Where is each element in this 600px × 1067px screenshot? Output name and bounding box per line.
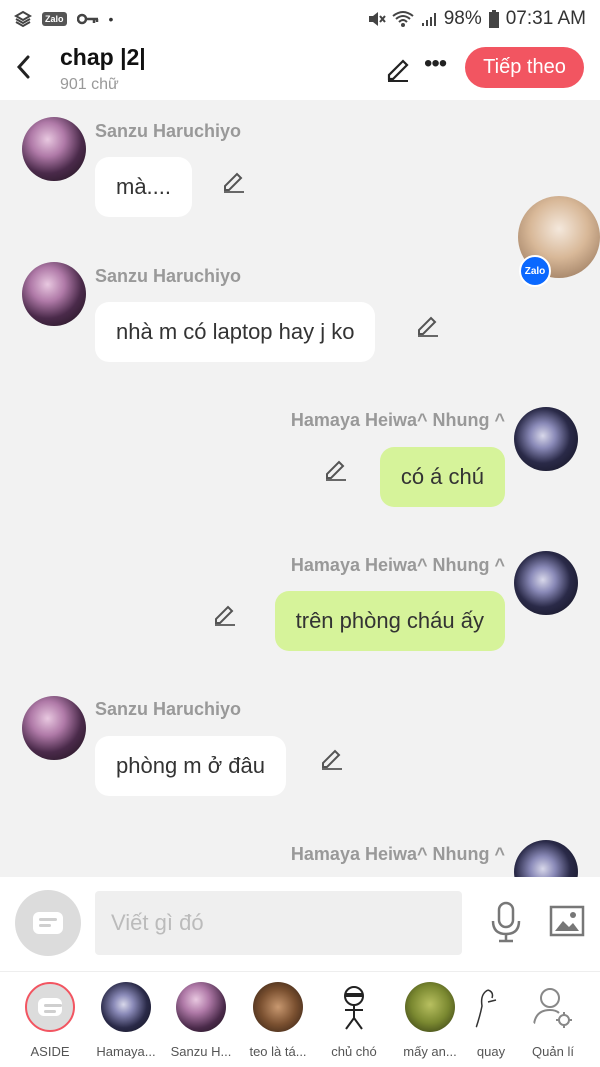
may-an-avatar [405, 982, 455, 1032]
character-aside[interactable]: ASIDE [12, 982, 88, 1059]
signal-icon [421, 13, 436, 26]
zalo-notification-icon: Zalo [42, 12, 67, 26]
composer-bar [0, 877, 600, 971]
character-bar: ASIDE Hamaya... Sanzu H... teo là tá... … [0, 971, 600, 1067]
chat-bubble-icon [33, 912, 63, 934]
edit-icon[interactable] [384, 54, 412, 82]
chu-cho-avatar [329, 982, 379, 1032]
sender-name: Hamaya Heiwa^ Nhung ^ [290, 555, 505, 575]
sender-name: Sanzu Haruchiyo [95, 266, 242, 286]
aside-chat-icon [25, 982, 75, 1032]
sanzu-avatar[interactable] [22, 696, 86, 760]
manage-characters-button[interactable]: Quản lí [515, 982, 591, 1059]
message-bubble[interactable]: nhà m có laptop hay j ko [95, 302, 376, 362]
quay-avatar [466, 982, 516, 1032]
sanzu-avatar[interactable] [22, 262, 86, 326]
chapter-title: chap |2| [60, 44, 146, 70]
character-teo[interactable]: teo là tá... [240, 982, 316, 1059]
mute-icon [368, 12, 386, 26]
message-input[interactable] [95, 891, 462, 955]
sanzu-avatar [176, 982, 226, 1032]
message-bubble[interactable]: trên phòng cháu ấy [274, 591, 505, 651]
key-icon [76, 13, 98, 25]
sender-name: Hamaya Heiwa^ Nhung ^ [290, 844, 505, 864]
message-bubble[interactable]: mà.... [95, 157, 193, 217]
character-label: Hamaya... [96, 1044, 156, 1059]
sender-name: Hamaya Heiwa^ Nhung ^ [290, 410, 505, 430]
dot-icon: • [108, 11, 114, 27]
layers-icon [14, 10, 32, 28]
battery-percent: 98% [443, 8, 482, 29]
character-label: Quản lí [532, 1044, 574, 1059]
next-button[interactable]: Tiếp theo [465, 47, 584, 88]
microphone-icon[interactable] [490, 901, 522, 943]
hamaya-avatar [101, 982, 151, 1032]
character-hamaya[interactable]: Hamaya... [88, 982, 164, 1059]
teo-avatar [253, 982, 303, 1032]
hamaya-avatar[interactable] [514, 551, 578, 615]
edit-message-icon[interactable] [415, 312, 441, 338]
character-label: Sanzu H... [170, 1044, 232, 1059]
message-bubble[interactable]: phòng m ở đâu [95, 736, 286, 796]
image-icon[interactable] [549, 905, 585, 937]
character-label: ASIDE [30, 1044, 70, 1059]
sanzu-avatar[interactable] [22, 117, 86, 181]
sender-name: Sanzu Haruchiyo [95, 121, 242, 141]
character-label: mấy an... [403, 1044, 457, 1059]
edit-message-icon[interactable] [323, 456, 349, 482]
status-bar: Zalo • 98% 07:31 AM [0, 0, 600, 38]
chapter-header: chap |2| 901 chữ ••• Tiếp theo [0, 38, 600, 100]
edit-message-icon[interactable] [319, 745, 345, 771]
clock: 07:31 AM [505, 8, 586, 29]
wifi-icon [392, 11, 414, 27]
character-label: teo là tá... [249, 1044, 307, 1059]
character-label: chủ chó [331, 1044, 377, 1059]
message-bubble[interactable]: có á chú [379, 447, 505, 507]
edit-message-icon[interactable] [212, 601, 238, 627]
battery-icon [488, 10, 499, 28]
edit-message-icon[interactable] [221, 168, 247, 194]
character-label: quay [476, 1044, 506, 1059]
aside-toggle-button[interactable] [15, 890, 81, 956]
sender-name: Sanzu Haruchiyo [95, 699, 242, 719]
zalo-badge-icon: Zalo [519, 255, 551, 287]
character-chu-cho[interactable]: chủ chó [316, 982, 392, 1059]
hamaya-avatar[interactable] [514, 407, 578, 471]
manage-characters-icon [528, 982, 578, 1032]
word-count: 901 chữ [60, 76, 119, 93]
back-icon[interactable] [12, 52, 36, 82]
character-sanzu[interactable]: Sanzu H... [163, 982, 239, 1059]
more-options-icon[interactable]: ••• [424, 50, 447, 78]
